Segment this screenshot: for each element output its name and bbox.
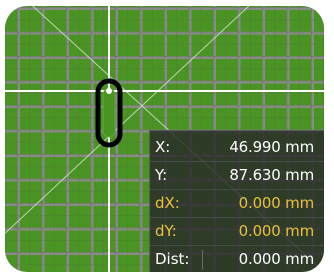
y-value: 87.630 mm [229,166,314,184]
dist-value: 0.000 mm [238,250,315,268]
dy-value: 0.000 mm [238,222,315,240]
coordinate-readout-panel: X: 46.990 mm Y: 87.630 mm dX: 0.000 mm d… [149,130,324,272]
readout-divider [202,250,203,270]
readout-row-x: X: 46.990 mm [150,134,324,162]
pcb-canvas[interactable]: X: 46.990 mm Y: 87.630 mm dX: 0.000 mm d… [5,6,324,272]
x-value: 46.990 mm [229,138,314,156]
readout-row-dist: Dist: 0.000 mm [150,246,324,272]
dist-label: Dist: [155,250,190,268]
screenshot-frame: X: 46.990 mm Y: 87.630 mm dX: 0.000 mm d… [0,0,334,279]
dx-value: 0.000 mm [238,194,315,212]
readout-row-dx: dX: 0.000 mm [150,190,324,218]
y-label: Y: [155,166,168,184]
readout-row-dy: dY: 0.000 mm [150,218,324,246]
readout-row-y: Y: 87.630 mm [150,162,324,190]
x-label: X: [155,138,171,156]
dy-label: dY: [155,222,177,240]
crosshair-cursor-icon [106,88,112,94]
dx-label: dX: [155,194,180,212]
